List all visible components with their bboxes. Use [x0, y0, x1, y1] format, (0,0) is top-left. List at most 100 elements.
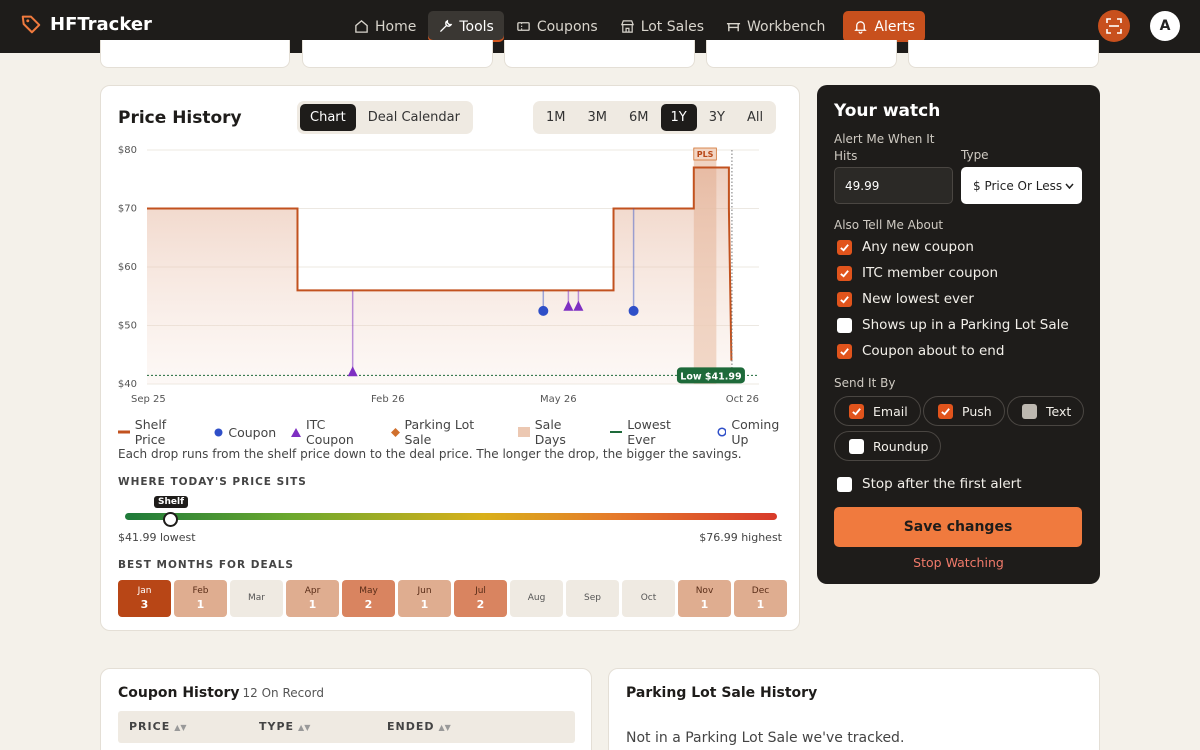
month-cell[interactable]: Apr 1 — [286, 580, 339, 617]
month-cell[interactable]: Dec 1 — [734, 580, 787, 617]
month-cell[interactable]: Mar — [230, 580, 283, 617]
nav-tools[interactable]: Tools — [428, 11, 504, 42]
watch-option-label: Coupon about to end — [862, 343, 1005, 359]
scan-button[interactable] — [1098, 10, 1130, 42]
checkbox[interactable] — [1022, 403, 1037, 419]
col-ended[interactable]: ENDED ▲▼ — [387, 720, 451, 733]
checkbox[interactable] — [938, 403, 953, 419]
view-toggle: Chart Deal Calendar — [297, 101, 473, 134]
month-count: 1 — [700, 598, 709, 611]
alert-type-select[interactable]: $ Price Or Less — [961, 167, 1082, 204]
month-cell[interactable]: Oct — [622, 580, 675, 617]
checkbox[interactable] — [849, 403, 864, 419]
month-name: Jan — [137, 586, 152, 596]
channel-roundup-toggle[interactable]: Roundup — [834, 431, 942, 461]
legend-shelf-price: Shelf Price — [118, 417, 199, 447]
month-name: Apr — [304, 586, 321, 596]
range-3m[interactable]: 3M — [578, 104, 618, 131]
stop-after-first-checkbox[interactable]: Stop after the first alert — [837, 476, 1022, 492]
month-cell[interactable]: May 2 — [342, 580, 395, 617]
month-cell[interactable]: Jul 2 — [454, 580, 507, 617]
month-cell[interactable]: Jan 3 — [118, 580, 171, 617]
range-toggle: 1M 3M 6M 1Y 3Y All — [533, 101, 777, 134]
sort-icon: ▲▼ — [438, 723, 451, 732]
col-type[interactable]: TYPE ▲▼ — [259, 720, 310, 733]
save-changes-button[interactable]: Save changes — [834, 507, 1082, 547]
month-name: Jul — [475, 586, 486, 596]
lowest-ever-label: Low $41.99 — [680, 371, 741, 382]
alert-price-input[interactable]: 49.99 — [834, 167, 953, 204]
month-count: 2 — [364, 598, 373, 611]
coupon-history-title: Coupon History 12 On Record — [118, 685, 324, 701]
y-tick-label: $40 — [118, 379, 137, 390]
channel-email-toggle[interactable]: Email — [834, 396, 921, 426]
brand-logo[interactable]: HFTracker — [20, 13, 152, 35]
checkbox[interactable] — [837, 239, 852, 255]
tab-chart[interactable]: Chart — [300, 104, 356, 131]
watch-option-checkbox[interactable]: Shows up in a Parking Lot Sale — [837, 317, 1069, 333]
watch-option-checkbox[interactable]: ITC member coupon — [837, 265, 998, 281]
line-swatch-icon — [118, 430, 130, 434]
stat-card — [504, 40, 695, 68]
checkbox[interactable] — [837, 343, 852, 359]
month-cell[interactable]: Sep — [566, 580, 619, 617]
month-cell[interactable]: Nov 1 — [678, 580, 731, 617]
chart-legend: Shelf Price Coupon ITC Coupon Parking Lo… — [118, 417, 799, 447]
watch-option-checkbox[interactable]: Any new coupon — [837, 239, 974, 255]
tab-deal-calendar[interactable]: Deal Calendar — [358, 104, 470, 131]
month-cell[interactable]: Feb 1 — [174, 580, 227, 617]
y-tick-label: $50 — [118, 321, 137, 332]
lot-sale-history-title: Parking Lot Sale History — [626, 685, 818, 701]
user-avatar[interactable]: A — [1150, 11, 1180, 41]
checkbox[interactable] — [837, 265, 852, 281]
best-months-grid: Jan 3 Feb 1 Mar Apr 1 May 2 Jun 1 Jul 2 Aug Sep Oct Nov 1… — [118, 580, 787, 617]
nav-coupons[interactable]: Coupons — [506, 11, 608, 42]
channel-push-toggle[interactable]: Push — [923, 396, 1005, 426]
range-6m[interactable]: 6M — [619, 104, 659, 131]
price-history-title: Price History — [118, 108, 242, 128]
watch-option-checkbox[interactable]: New lowest ever — [837, 291, 974, 307]
gauge-low-label: $41.99 lowest — [118, 531, 196, 544]
price-gauge-track — [125, 513, 777, 520]
pls-label: PLS — [697, 150, 714, 159]
month-name: May — [359, 586, 378, 596]
home-icon — [355, 20, 368, 33]
also-tell-label: Also Tell Me About — [834, 218, 944, 232]
legend-coupon: Coupon — [214, 417, 276, 447]
nav-workbench[interactable]: Workbench — [716, 11, 835, 42]
month-name: Dec — [751, 586, 770, 596]
alert-type-value: $ Price Or Less — [973, 178, 1063, 193]
checkbox[interactable] — [837, 476, 852, 492]
checkbox[interactable] — [837, 291, 852, 307]
month-count: 1 — [756, 598, 765, 611]
coupon-history-card: Coupon History 12 On Record PRICE ▲▼ TYPE ▲… — [100, 668, 592, 750]
checkbox[interactable] — [849, 438, 864, 454]
channel-label: Roundup — [873, 438, 929, 454]
bell-icon — [854, 21, 868, 34]
dot-icon — [214, 428, 223, 436]
month-name: Oct — [640, 592, 657, 603]
legend-sale-days: Sale Days — [517, 417, 596, 447]
nav-home[interactable]: Home — [344, 11, 426, 42]
col-price[interactable]: PRICE ▲▼ — [129, 720, 187, 733]
range-1m[interactable]: 1M — [536, 104, 576, 131]
store-icon — [620, 20, 634, 33]
stat-card — [706, 40, 897, 68]
gauge-tag: Shelf — [154, 496, 188, 508]
month-cell[interactable]: Aug — [510, 580, 563, 617]
y-tick-label: $60 — [118, 262, 137, 273]
range-1y[interactable]: 1Y — [660, 104, 697, 131]
nav-alerts[interactable]: Alerts — [843, 11, 926, 42]
nav-lot-sales[interactable]: Lot Sales — [610, 11, 714, 42]
month-name: Aug — [527, 592, 546, 603]
watch-option-checkbox[interactable]: Coupon about to end — [837, 343, 1004, 359]
stop-watching-link[interactable]: Stop Watching — [817, 555, 1100, 570]
nav-alerts-label: Alerts — [874, 18, 916, 35]
gauge-high-label: $76.99 highest — [699, 531, 782, 544]
channel-text-toggle[interactable]: Text — [1007, 396, 1085, 426]
checkbox[interactable] — [837, 317, 852, 333]
range-all[interactable]: All — [737, 104, 773, 131]
legend-parking-lot-sale: Parking Lot Sale — [390, 417, 503, 447]
range-3y[interactable]: 3Y — [699, 104, 735, 131]
month-cell[interactable]: Jun 1 — [398, 580, 451, 617]
